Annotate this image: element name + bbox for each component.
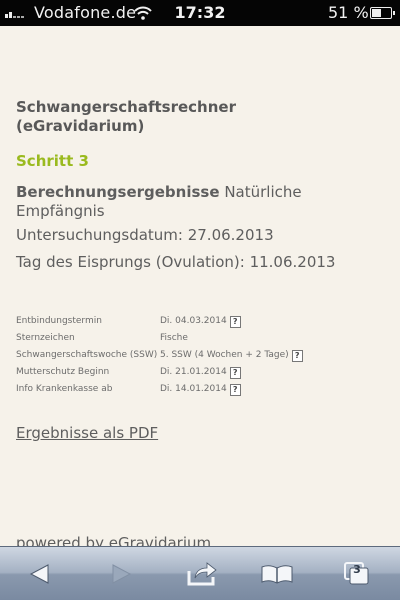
share-button[interactable] xyxy=(172,547,232,600)
row-value-text: 5. SSW (4 Wochen + 2 Tage) xyxy=(160,350,289,360)
help-icon[interactable]: ? xyxy=(229,384,241,396)
row-label: Mutterschutz Beginn xyxy=(16,367,110,377)
browser-toolbar: 3 xyxy=(0,546,400,600)
battery-percent: 51 % xyxy=(328,3,369,22)
table-row: Schwangerschaftswoche (SSW) 5. SSW (4 Wo… xyxy=(16,348,346,365)
tabs-count: 3 xyxy=(353,563,361,576)
back-button[interactable] xyxy=(10,547,70,600)
powered-by-text: powered by eGravidarium xyxy=(16,534,212,546)
row-value: Fische xyxy=(160,333,188,343)
results-heading-bold: Berechnungsergebnisse xyxy=(16,183,220,201)
help-icon[interactable]: ? xyxy=(291,350,303,362)
row-label: Sternzeichen xyxy=(16,333,75,343)
book-icon xyxy=(261,564,293,584)
forward-button[interactable] xyxy=(91,547,151,600)
row-value: 5. SSW (4 Wochen + 2 Tage)? xyxy=(160,350,303,362)
share-icon xyxy=(187,561,217,585)
bookmarks-button[interactable] xyxy=(247,547,307,600)
status-bar: Vodafone.de 17:32 51 % xyxy=(0,0,400,26)
results-table: Entbindungstermin Di. 04.03.2014? Sternz… xyxy=(16,314,346,399)
row-value-text: Di. 14.01.2014 xyxy=(160,384,227,394)
table-row: Sternzeichen Fische xyxy=(16,331,346,348)
exam-date: Untersuchungsdatum: 27.06.2013 xyxy=(16,226,274,244)
help-icon[interactable]: ? xyxy=(229,367,241,379)
page-title: Schwangerschaftsrechner (eGravidarium) xyxy=(16,98,236,135)
table-row: Entbindungstermin Di. 04.03.2014? xyxy=(16,314,346,331)
web-page: Schwangerschaftsrechner (eGravidarium) S… xyxy=(0,26,400,546)
row-value: Di. 14.01.2014? xyxy=(160,384,241,396)
row-label: Entbindungstermin xyxy=(16,316,102,326)
ovulation-date: Tag des Eisprungs (Ovulation): 11.06.201… xyxy=(16,253,336,271)
row-value-text: Di. 04.03.2014 xyxy=(160,316,227,326)
results-heading: Berechnungsergebnisse Natürliche Empfäng… xyxy=(16,183,316,221)
pdf-results-link[interactable]: Ergebnisse als PDF xyxy=(16,424,158,442)
tabs-button[interactable]: 3 xyxy=(327,547,387,600)
forward-arrow-icon xyxy=(112,563,132,584)
battery-icon xyxy=(370,7,395,19)
row-label: Schwangerschaftswoche (SSW) xyxy=(16,350,158,360)
phone-screen: Vodafone.de 17:32 51 % Schwangerschaftsr… xyxy=(0,0,400,600)
row-value: Di. 21.01.2014? xyxy=(160,367,241,379)
step-label: Schritt 3 xyxy=(16,152,89,170)
table-row: Info Krankenkasse ab Di. 14.01.2014? xyxy=(16,382,346,399)
help-icon[interactable]: ? xyxy=(229,316,241,328)
row-value-text: Fische xyxy=(160,333,188,343)
table-row: Mutterschutz Beginn Di. 21.01.2014? xyxy=(16,365,346,382)
row-value: Di. 04.03.2014? xyxy=(160,316,241,328)
row-label: Info Krankenkasse ab xyxy=(16,384,113,394)
back-arrow-icon xyxy=(29,563,49,584)
row-value-text: Di. 21.01.2014 xyxy=(160,367,227,377)
